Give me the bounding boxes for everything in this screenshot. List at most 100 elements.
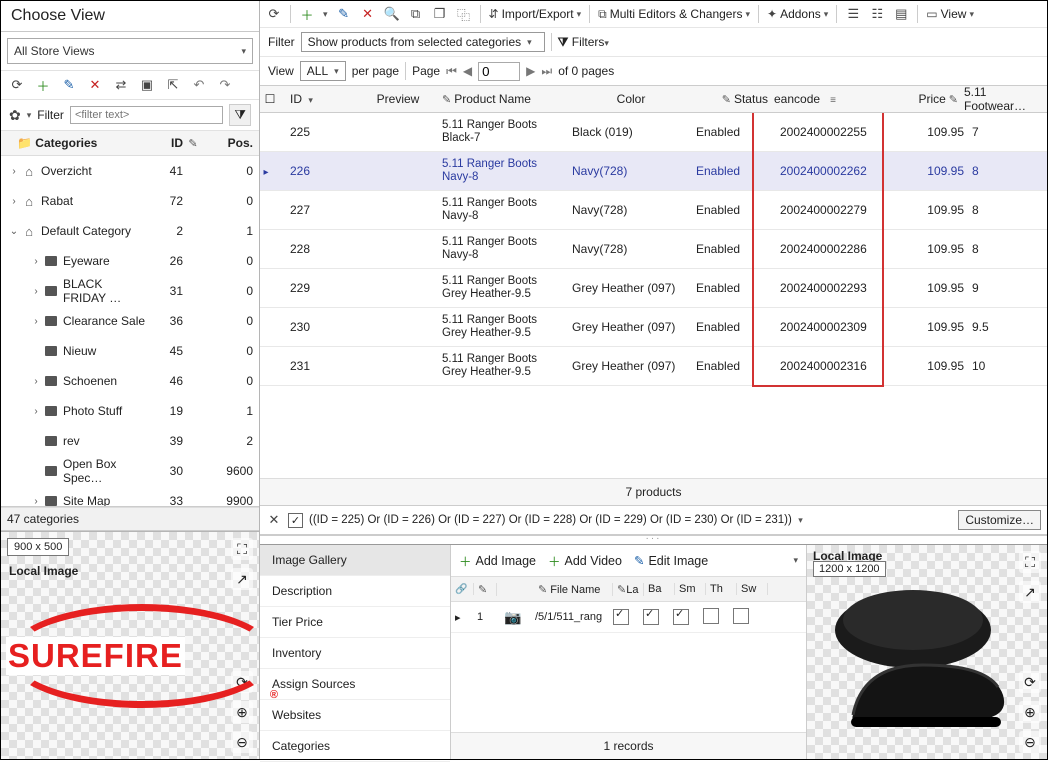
layout2-icon[interactable]: ☷ [869, 6, 885, 22]
product-row[interactable]: 2305.11 Ranger BootsGrey Heather-9.5Grey… [260, 308, 1047, 347]
add-icon[interactable]: ＋ [299, 6, 315, 22]
delete-icon[interactable]: ✕ [360, 6, 376, 22]
category-row[interactable]: ›Photo Stuff191 [1, 396, 259, 426]
col-preview[interactable]: Preview [354, 92, 442, 106]
delete-icon[interactable]: ✕ [87, 77, 103, 93]
first-page-icon[interactable]: ⏮ [446, 64, 457, 79]
col-eancode[interactable]: eancode ≡ [768, 92, 886, 106]
chevron-down-icon[interactable]: ▾ [27, 110, 32, 121]
zoom-out-icon[interactable]: ⊖ [231, 731, 253, 753]
category-row[interactable]: Open Box Spec…309600 [1, 456, 259, 486]
last-page-icon[interactable]: ⏭ [541, 64, 552, 79]
col-footwear[interactable]: 5.11 Footwear… [958, 86, 1039, 113]
category-row[interactable]: ⌄Default Category21 [1, 216, 259, 246]
edit-image-button[interactable]: ✎Edit Image [634, 553, 708, 568]
col-la[interactable]: La [613, 583, 644, 596]
checkbox-th[interactable] [703, 608, 719, 624]
detail-tab[interactable]: Inventory [260, 638, 450, 669]
select-all-checkbox[interactable]: ☐ [260, 92, 280, 106]
product-row[interactable]: 2275.11 Ranger BootsNavy-8Navy(728)Enabl… [260, 191, 1047, 230]
expand-icon[interactable]: ⛶ [231, 538, 253, 560]
checkbox-ba[interactable] [643, 609, 659, 625]
gallery-row[interactable]: ▸ 1 📷 /5/1/511_rang [451, 602, 806, 633]
product-row[interactable]: 2255.11 Ranger BootsBlack-7Black (019)En… [260, 113, 1047, 152]
gear-icon[interactable]: ✿ [9, 107, 21, 124]
expander-icon[interactable]: › [7, 196, 21, 207]
redo-icon[interactable]: ↷ [217, 77, 233, 93]
export-icon[interactable]: ⇱ [165, 77, 181, 93]
col-th[interactable]: Th [706, 583, 737, 595]
category-row[interactable]: ›Eyeware260 [1, 246, 259, 276]
undo-icon[interactable]: ↶ [191, 77, 207, 93]
col-sw[interactable]: Sw [737, 583, 768, 595]
edit-icon[interactable]: ✎ [61, 77, 77, 93]
col-id[interactable]: ID [280, 92, 354, 106]
category-row[interactable]: ›Site Map339900 [1, 486, 259, 506]
add-image-button[interactable]: ＋Add Image [459, 551, 536, 570]
add-video-button[interactable]: ＋Add Video [548, 551, 622, 570]
expander-icon[interactable]: › [29, 376, 43, 387]
clear-filter-icon[interactable]: ✕ [266, 512, 282, 528]
expander-icon[interactable]: › [7, 166, 21, 177]
open-external-icon[interactable]: ↗ [231, 568, 253, 590]
expander-icon[interactable]: ⌄ [7, 226, 21, 237]
expander-icon[interactable]: › [29, 256, 43, 267]
funnel-icon[interactable]: ⧩ [229, 104, 251, 126]
duplicate-icon[interactable]: ⿻ [456, 6, 472, 22]
prev-page-icon[interactable]: ◀ [463, 64, 472, 78]
category-row[interactable]: ›Rabat720 [1, 186, 259, 216]
product-row[interactable]: 2285.11 Ranger BootsNavy-8Navy(728)Enabl… [260, 230, 1047, 269]
product-row[interactable]: 2265.11 Ranger BootsNavy-8Navy(728)Enabl… [260, 152, 1047, 191]
expander-icon[interactable]: › [29, 496, 43, 507]
col-file-name[interactable]: File Name [534, 583, 613, 596]
layout3-icon[interactable]: ▤ [893, 6, 909, 22]
edit-icon[interactable] [474, 583, 497, 596]
col-pos[interactable]: Pos. [203, 136, 259, 150]
category-row[interactable]: Nieuw450 [1, 336, 259, 366]
page-input[interactable] [478, 62, 520, 81]
product-row[interactable]: 2295.11 Ranger BootsGrey Heather-9.5Grey… [260, 269, 1047, 308]
col-categories[interactable]: 📁 Categories [9, 136, 147, 150]
copy-icon[interactable]: ⧉ [408, 6, 424, 22]
detail-tab[interactable]: Assign Sources [260, 669, 450, 700]
edit-icon[interactable]: ✎ [336, 6, 352, 22]
edit-column-icon[interactable] [183, 136, 203, 150]
col-id[interactable]: ID [147, 136, 183, 150]
category-row[interactable]: ›BLACK FRIDAY …310 [1, 276, 259, 306]
checkbox-la[interactable] [613, 609, 629, 625]
search-icon[interactable]: 🔍 [384, 6, 400, 22]
col-status[interactable]: Status [690, 92, 768, 106]
swap-icon[interactable]: ⇄ [113, 77, 129, 93]
link-icon[interactable]: 🔗 [455, 584, 467, 595]
per-page-select[interactable]: ALL▾ [300, 61, 346, 81]
image-icon[interactable]: ▣ [139, 77, 155, 93]
add-icon[interactable]: ＋ [35, 77, 51, 93]
checkbox-sw[interactable] [733, 608, 749, 624]
multi-editors-menu[interactable]: ⧉Multi Editors & Changers▾ [598, 7, 750, 22]
detail-tab[interactable]: Tier Price [260, 607, 450, 638]
view-menu[interactable]: ▭View▾ [926, 7, 974, 21]
product-row[interactable]: 2315.11 Ranger BootsGrey Heather-9.5Grey… [260, 347, 1047, 386]
refresh-icon[interactable]: ⟳ [9, 77, 25, 93]
store-view-select[interactable]: All Store Views ▾ [7, 38, 253, 64]
expander-icon[interactable]: › [29, 316, 43, 327]
detail-tab[interactable]: Categories [260, 731, 450, 762]
category-row[interactable]: ›Schoenen460 [1, 366, 259, 396]
chevron-down-icon[interactable]: ▾ [323, 9, 328, 20]
col-ba[interactable]: Ba [644, 583, 675, 595]
col-sm[interactable]: Sm [675, 583, 706, 595]
refresh-icon[interactable]: ⟳ [266, 6, 282, 22]
category-row[interactable]: rev392 [1, 426, 259, 456]
splitter[interactable]: ··· [260, 535, 1047, 544]
detail-tab[interactable]: Websites [260, 700, 450, 731]
col-product-name[interactable]: Product Name [442, 92, 572, 106]
expander-icon[interactable]: › [29, 406, 43, 417]
next-page-icon[interactable]: ▶ [526, 64, 535, 78]
category-row[interactable]: ›Clearance Sale360 [1, 306, 259, 336]
detail-tab[interactable]: Image Gallery [260, 545, 450, 576]
expander-icon[interactable]: › [29, 286, 43, 297]
customize-button[interactable]: Customize… [958, 510, 1041, 530]
col-price[interactable]: Price [886, 92, 958, 106]
category-row[interactable]: ›Overzicht410 [1, 156, 259, 186]
checkbox-sm[interactable] [673, 609, 689, 625]
